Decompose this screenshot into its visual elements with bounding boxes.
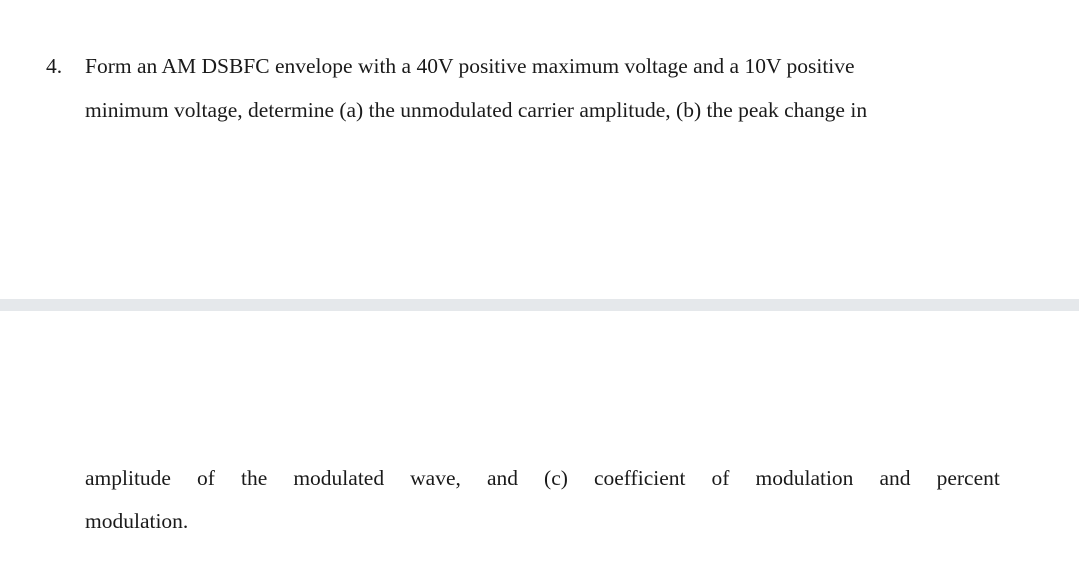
word: coefficient bbox=[593, 466, 686, 490]
word: the bbox=[241, 466, 268, 490]
question-line-2: minimum voltage, determine (a) the unmod… bbox=[85, 98, 868, 122]
word: modulation bbox=[755, 466, 854, 490]
word: modulated bbox=[293, 466, 385, 490]
word: and bbox=[879, 466, 911, 490]
word: of bbox=[711, 466, 730, 490]
question-fragment-bottom: amplitude of the modulated wave, and (c) coeffi… bbox=[85, 457, 1000, 543]
page-separator-band bbox=[0, 299, 1079, 311]
question-line-1: Form an AM DSBFC envelope with a 40V pos… bbox=[85, 54, 855, 78]
word: percent bbox=[936, 466, 1000, 490]
word: amplitude bbox=[85, 466, 171, 490]
question-line-3: amplitude of the modulated wave, and (c) coeffi… bbox=[85, 457, 1000, 500]
numbered-list-item: 4. Form an AM DSBFC envelope with a 40V … bbox=[46, 44, 1000, 132]
document-page: 4. Form an AM DSBFC envelope with a 40V … bbox=[0, 0, 1079, 585]
question-text-block: Form an AM DSBFC envelope with a 40V pos… bbox=[85, 44, 1000, 132]
word: (c) bbox=[544, 466, 568, 490]
question-line-4: modulation. bbox=[85, 509, 189, 533]
word: and bbox=[486, 466, 518, 490]
question-fragment-top: 4. Form an AM DSBFC envelope with a 40V … bbox=[46, 44, 1000, 132]
word: wave, bbox=[410, 466, 461, 490]
word: of bbox=[197, 466, 215, 490]
list-item-number: 4. bbox=[46, 54, 63, 78]
